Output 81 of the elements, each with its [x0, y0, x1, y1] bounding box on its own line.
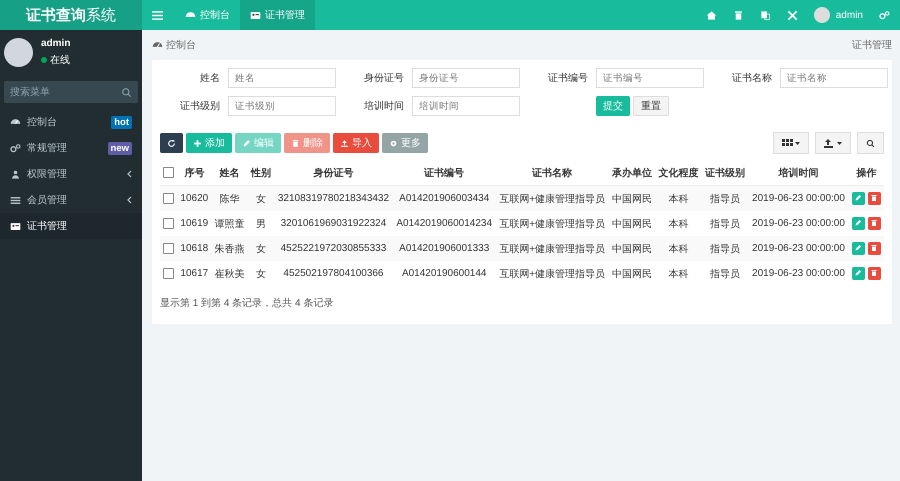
table-cell: 互联网+健康管理指导员: [496, 211, 609, 236]
filter-label: 姓名: [199, 72, 220, 85]
header-username[interactable]: admin: [836, 10, 863, 20]
table-cell: 中国网民: [608, 186, 656, 211]
sidebar-item[interactable]: 会员管理: [0, 187, 142, 213]
filter-label: 证书级别: [179, 100, 220, 113]
sidebar-item[interactable]: 常规管理 new: [0, 135, 142, 161]
table-cell: 本科: [655, 261, 702, 286]
filter-input[interactable]: 证书名称: [780, 68, 888, 88]
table-cell: 10620: [177, 186, 212, 211]
table-cell: 452502197804100366: [274, 261, 393, 286]
filter-label: 证书名称: [731, 72, 772, 85]
menu-badge: new: [108, 142, 132, 154]
sidebar-item-label: 证书管理: [27, 220, 67, 233]
nav-tab-label: 证书管理: [265, 8, 305, 22]
table-cell: A014201906001333: [392, 236, 496, 261]
menu-badge: hot: [111, 116, 132, 128]
sidebar-item[interactable]: 权限管理: [0, 161, 142, 187]
table-cell: 本科: [655, 211, 702, 236]
sidebar-item-label: 控制台: [27, 116, 57, 129]
nav-tab-label: 控制台: [200, 8, 230, 22]
filter-input[interactable]: 证书级别: [228, 96, 336, 116]
table-cell: 指导员: [702, 236, 748, 261]
table-cell: A01420190600144: [392, 261, 496, 286]
table-cell: 女: [248, 261, 274, 286]
table-cell: 32108319780218343432: [274, 186, 393, 211]
table-cell: 10619: [177, 211, 212, 236]
import-button[interactable]: 导入: [333, 133, 379, 153]
table-cell: 2019-06-23 00:00:00: [748, 261, 848, 286]
menu-search-field[interactable]: 搜索菜单: [4, 81, 138, 103]
table-cell: 朱香燕: [211, 236, 248, 261]
table-cell: 2019-06-23 00:00:00: [748, 236, 848, 261]
table-cell: 10618: [177, 236, 212, 261]
table-cell: 2019-06-23 00:00:00: [748, 186, 848, 211]
table-cell: A014201906003434: [392, 186, 496, 211]
table-cell: 指导员: [702, 211, 748, 236]
table-cell: 指导员: [702, 186, 748, 211]
filter-input[interactable]: 证书编号: [596, 68, 704, 88]
table-cell: 本科: [655, 236, 702, 261]
table-cell: 女: [248, 186, 274, 211]
add-button[interactable]: 添加: [186, 133, 232, 153]
table-cell: 中国网民: [608, 211, 656, 236]
table-cell: 崔秋美: [211, 261, 248, 286]
table-cell: 互联网+健康管理指导员: [496, 261, 609, 286]
table-cell: 4525221972030855333: [274, 236, 393, 261]
table-cell: 中国网民: [608, 236, 656, 261]
table-cell: 男: [248, 211, 274, 236]
nav-tab[interactable]: 控制台: [175, 0, 240, 30]
filter-label: 身份证号: [363, 72, 404, 85]
submit-button[interactable]: 提交: [596, 96, 630, 116]
sidebar-username: admin: [41, 38, 70, 49]
filter-input[interactable]: 身份证号: [412, 68, 520, 88]
filter-input[interactable]: 培训时间: [412, 96, 520, 116]
table-cell: 3201061969031922324: [274, 211, 393, 236]
filter-input[interactable]: 姓名: [228, 68, 336, 88]
table-cell: 2019-06-23 00:00:00: [748, 211, 848, 236]
table-cell: 女: [248, 236, 274, 261]
sidebar-item-label: 权限管理: [27, 168, 67, 181]
table-cell: A0142019060014234: [392, 211, 496, 236]
table-cell: 谭照童: [211, 211, 248, 236]
sidebar-item[interactable]: 证书管理: [0, 213, 142, 239]
more-button[interactable]: 更多: [382, 133, 428, 153]
table-cell: 中国网民: [608, 261, 656, 286]
sidebar-item-label: 常规管理: [27, 142, 67, 155]
sidebar-item[interactable]: 控制台 hot: [0, 109, 142, 135]
table-cell: 指导员: [702, 261, 748, 286]
table-cell: 10617: [177, 261, 212, 286]
app-logo: 证书查询系统: [0, 0, 142, 30]
table-cell: 互联网+健康管理指导员: [496, 186, 609, 211]
reset-button[interactable]: 重置: [633, 96, 669, 116]
breadcrumb-link[interactable]: 控制台: [166, 38, 196, 52]
table-cell: 本科: [655, 186, 702, 211]
table-cell: 陈华: [211, 186, 248, 211]
pagination-info: 显示第 1 到第 4 条记录，总共 4 条记录: [160, 296, 334, 310]
sidebar-item-label: 会员管理: [27, 194, 67, 207]
nav-tab[interactable]: 证书管理: [240, 0, 315, 30]
filter-label: 证书编号: [547, 72, 588, 85]
breadcrumb-current: 证书管理: [852, 38, 892, 52]
table-cell: 互联网+健康管理指导员: [496, 236, 609, 261]
filter-label: 培训时间: [363, 100, 404, 113]
status-text: 在线: [50, 54, 70, 67]
